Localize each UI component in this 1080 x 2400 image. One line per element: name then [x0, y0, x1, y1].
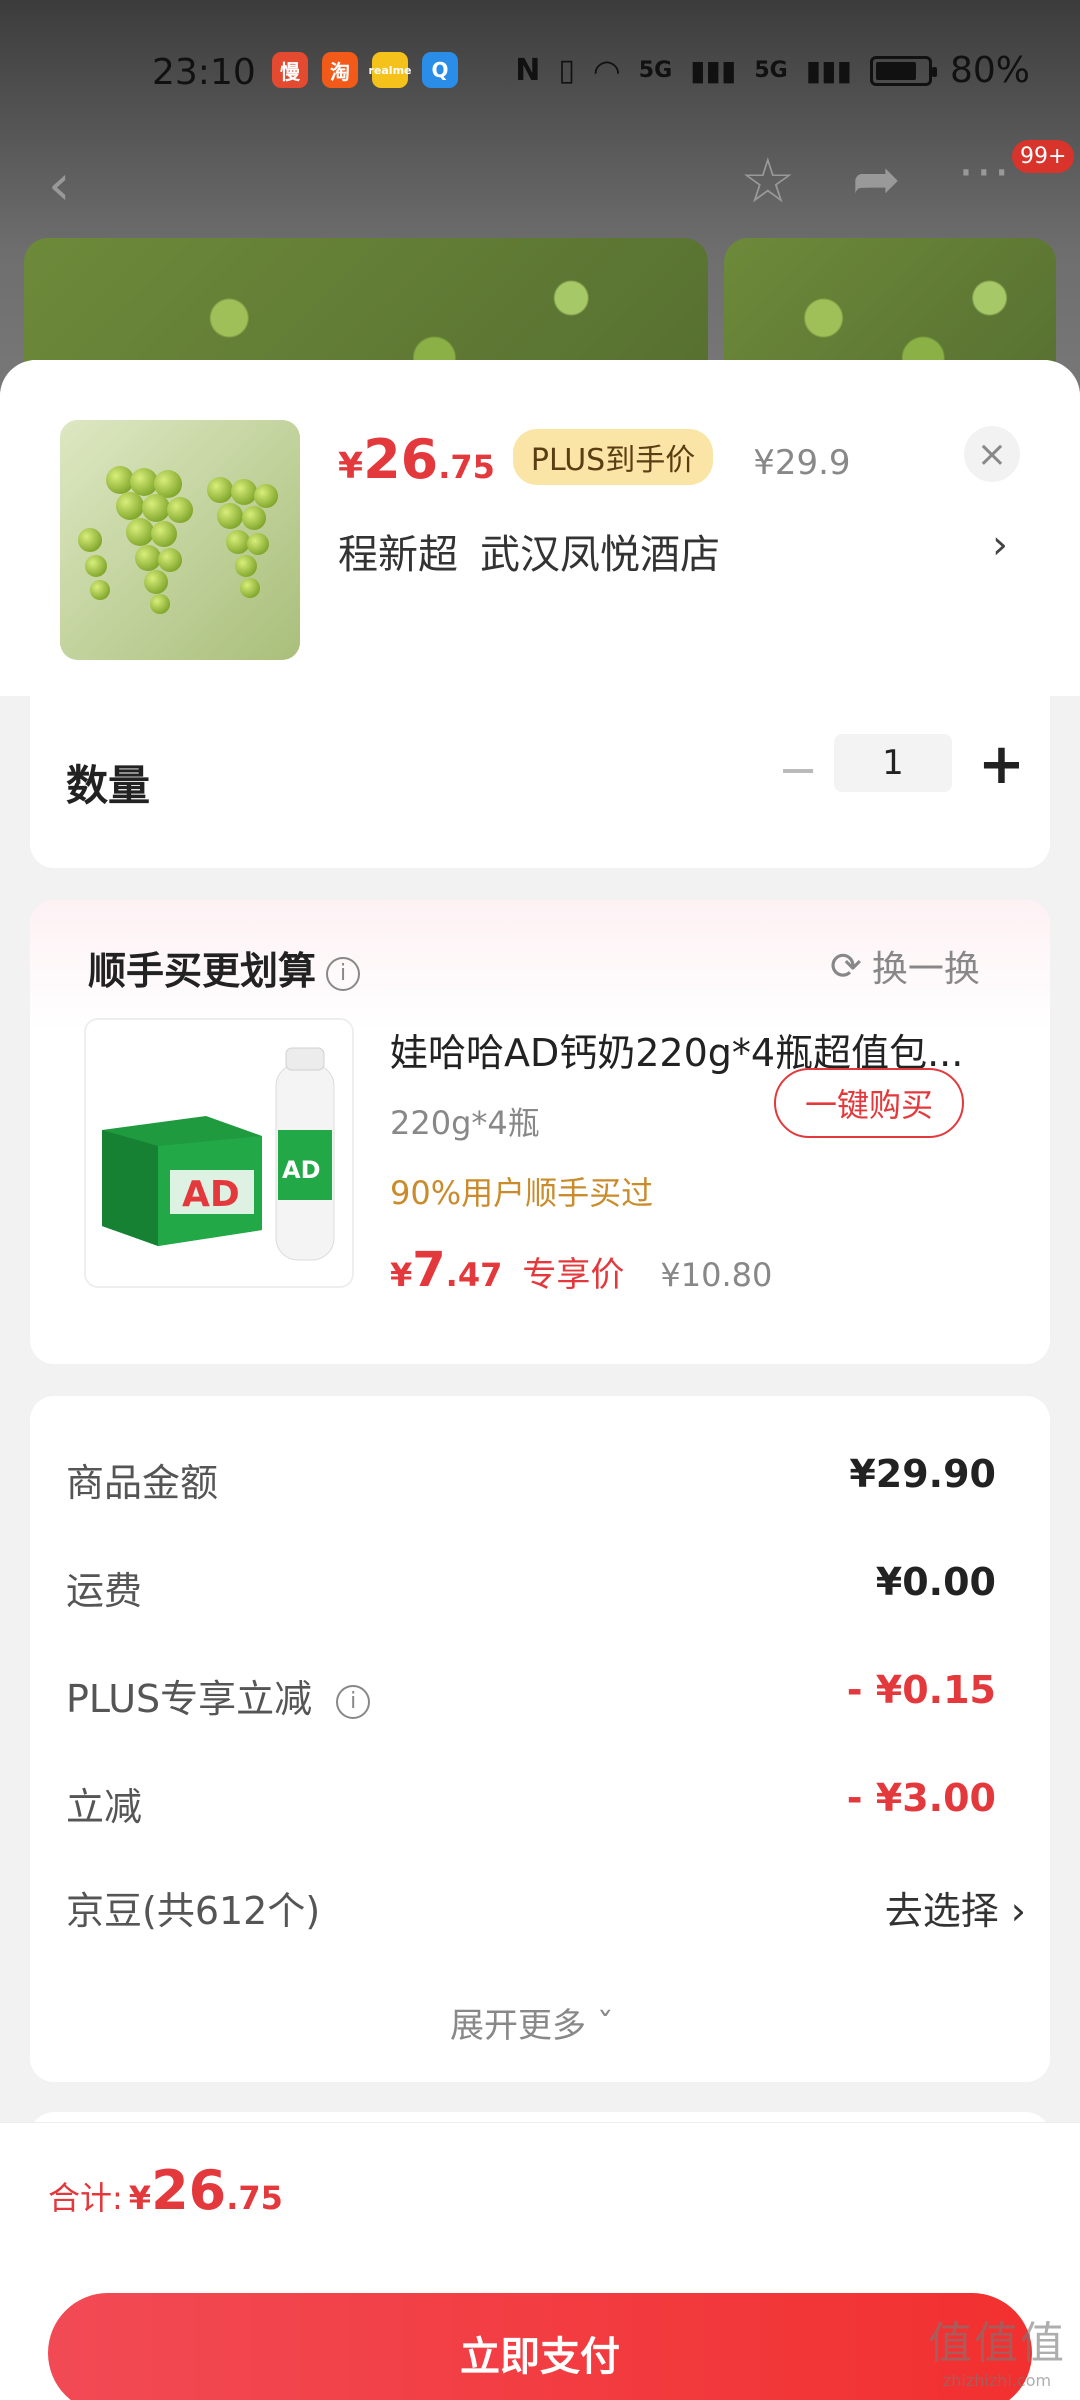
cost-row-goods: 商品金额 ¥29.90	[66, 1452, 996, 1512]
jingdou-select-link[interactable]: 去选择 ›	[885, 1880, 1026, 1935]
info-icon[interactable]: i	[326, 956, 361, 991]
upsell-product-spec: 220g*4瓶	[390, 1104, 540, 1142]
signal-5g-icon-2: 5G	[754, 58, 788, 83]
upsell-product-image[interactable]: AD AD	[84, 1018, 354, 1288]
original-price: ¥29.9	[753, 443, 851, 483]
cost-label: 立减	[66, 1785, 143, 1829]
total-decimal: .75	[226, 2179, 283, 2217]
cost-row-jingdou[interactable]: 京豆(共612个) 去选择 ›	[66, 1880, 1026, 1940]
price-integer: 26	[363, 428, 439, 491]
battery-fill	[875, 61, 916, 80]
upsell-price-yen: ¥	[390, 1256, 413, 1294]
watermark-main: 值值值	[928, 2318, 1066, 2369]
total-integer: 26	[151, 2159, 227, 2222]
cost-label-text: PLUS专享立减	[66, 1677, 313, 1721]
more-dots-icon[interactable]: ···	[958, 148, 1012, 198]
info-icon[interactable]: i	[336, 1684, 371, 1719]
realme-app-icon: realme	[369, 52, 412, 88]
cost-label: 运费	[66, 1569, 143, 1613]
cost-label: 商品金额	[66, 1461, 219, 1505]
quantity-input[interactable]: 1	[834, 734, 952, 792]
cost-value: ¥0.00	[875, 1560, 996, 1604]
quantity-plus-button[interactable]: +	[978, 732, 1025, 797]
nfc-icon: N	[515, 53, 541, 88]
product-thumbnail	[60, 420, 300, 660]
taobao-app-icon: 淘	[322, 52, 358, 88]
status-time: 23:10	[152, 52, 256, 93]
vibrate-icon: ▯	[558, 53, 575, 88]
close-icon: ×	[976, 433, 1008, 475]
grapes-image	[60, 420, 300, 660]
cost-value: ¥29.90	[849, 1452, 996, 1496]
cost-label: PLUS专享立减 i	[66, 1668, 371, 1723]
refresh-label: 换一换	[871, 949, 980, 990]
upsell-title-text: 顺手买更划算	[88, 949, 317, 993]
battery-icon	[869, 55, 937, 86]
status-right-icons: N ▯ ◠ 5G ▮▮▮ 5G ▮▮▮ 80%	[515, 50, 1030, 91]
signal-5g-icon: 5G	[638, 58, 673, 83]
address-location: 武汉凤悦酒店	[480, 532, 720, 578]
wifi-icon: ◠	[592, 51, 621, 90]
address-recipient: 程新超	[338, 532, 458, 578]
message-badge: 99+	[1012, 140, 1075, 173]
share-icon[interactable]: ➦	[852, 150, 901, 208]
checkout-sheet: ¥ 26 .75 PLUS到手价 ¥29.9 × 程新超 武汉凤悦酒店 › 数量…	[0, 360, 1080, 2400]
chevron-right-icon[interactable]: ›	[992, 522, 1008, 568]
upsell-price-row: ¥ 7 .47 专享价 ¥10.80	[390, 1242, 772, 1298]
upsell-bought-rate: 90%用户顺手买过	[390, 1174, 654, 1212]
cost-row-plus-discount: PLUS专享立减 i - ¥0.15	[66, 1668, 996, 1728]
top-nav-bar: ‹ ☆ ➦ ··· 99+	[0, 140, 1080, 230]
price-yen: ¥	[338, 446, 364, 487]
back-arrow-icon[interactable]: ‹	[48, 158, 70, 214]
status-app-icons: 慢 淘 realme Q	[272, 52, 458, 88]
upsell-original-price: ¥10.80	[660, 1256, 773, 1294]
status-bar: 23:10 慢 淘 realme Q N ▯ ◠ 5G ▮▮▮ 5G ▮▮▮ 8…	[0, 40, 1080, 110]
upsell-price-integer: 7	[412, 1242, 446, 1298]
quantity-minus-button[interactable]: −	[778, 742, 818, 798]
quantity-card: 数量 − 1 +	[30, 696, 1050, 868]
cost-row-shipping: 运费 ¥0.00	[66, 1560, 996, 1620]
search-app-icon: Q	[422, 52, 458, 88]
one-click-buy-button[interactable]: 一键购买	[774, 1068, 964, 1138]
quantity-label: 数量	[66, 761, 151, 810]
pay-now-button[interactable]: 立即支付	[48, 2293, 1032, 2400]
svg-text:AD: AD	[182, 1174, 240, 1215]
close-button[interactable]: ×	[964, 426, 1020, 482]
battery-percent: 80%	[949, 50, 1030, 91]
cost-value: - ¥3.00	[846, 1776, 996, 1820]
ad-milk-image: AD AD	[86, 1020, 352, 1286]
refresh-button[interactable]: ⟳ 换一换	[830, 940, 980, 992]
total-label: 合计:	[48, 2179, 123, 2217]
upsell-price-decimal: .47	[445, 1256, 503, 1294]
total-yen: ¥	[128, 2179, 152, 2217]
watermark: 值值值 zhizhizhi.com	[928, 2307, 1066, 2390]
upsell-price-tag: 专享价	[522, 1255, 625, 1295]
cost-label: 京豆(共612个)	[66, 1889, 321, 1933]
product-price-row: ¥ 26 .75 PLUS到手价 ¥29.9	[338, 428, 851, 493]
upsell-title: 顺手买更划算 i	[88, 940, 361, 995]
watermark-sub: zhizhizhi.com	[942, 2371, 1052, 2390]
signal-bars-icon-2: ▮▮▮	[805, 54, 852, 87]
price-decimal: .75	[438, 448, 495, 486]
cost-row-instant-discount: 立减 - ¥3.00	[66, 1776, 996, 1836]
total-row: 合计: ¥ 26 .75	[48, 2159, 283, 2222]
sheet-header: ¥ 26 .75 PLUS到手价 ¥29.9 × 程新超 武汉凤悦酒店 ›	[0, 360, 1080, 696]
address-row[interactable]: 程新超 武汉凤悦酒店	[338, 522, 720, 580]
signal-bars-icon: ▮▮▮	[690, 54, 737, 87]
expand-more-link[interactable]: 展开更多 ˇ	[450, 1998, 614, 2047]
manman-app-icon: 慢	[272, 52, 308, 88]
plus-price-badge: PLUS到手价	[512, 429, 714, 485]
bottom-checkout-bar: 合计: ¥ 26 .75 立即支付 值值值 zhizhizhi.com	[0, 2122, 1080, 2400]
svg-text:AD: AD	[282, 1156, 321, 1184]
favorite-star-icon[interactable]: ☆	[740, 150, 796, 212]
cost-breakdown-card: 商品金额 ¥29.90 运费 ¥0.00 PLUS专享立减 i - ¥0.15 立…	[30, 1396, 1050, 2082]
cost-value: - ¥0.15	[846, 1668, 996, 1712]
refresh-icon: ⟳	[830, 944, 862, 988]
